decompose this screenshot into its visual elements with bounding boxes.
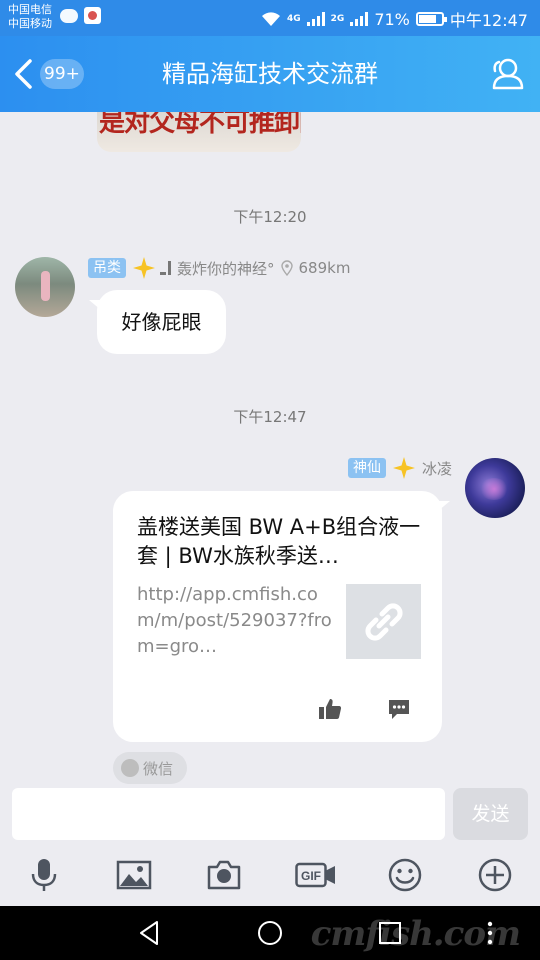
card-actions xyxy=(113,695,442,725)
link-icon xyxy=(365,603,403,641)
link-card[interactable]: 盖楼送美国 BW A+B组合液一套 | BW水族秋季送… http://app.… xyxy=(113,491,450,742)
source-label: 微信 xyxy=(143,759,174,778)
mic-icon[interactable] xyxy=(26,857,62,893)
nav-back-icon[interactable] xyxy=(135,918,165,948)
sender-info: 吊类 轰炸你的神经° 689km xyxy=(88,256,350,280)
emoji-icon[interactable] xyxy=(387,857,423,893)
wechat-icon xyxy=(121,759,139,777)
previous-image-text: 是对父母不可推卸的责任 xyxy=(99,112,301,138)
location-pin-icon xyxy=(280,260,293,276)
group-title: 精品海缸技术交流群 xyxy=(162,60,378,88)
system-nav-bar: cmfish.com xyxy=(0,906,540,960)
status-bar: 中国电信 中国移动 4G 2G 71% 中午12:47 xyxy=(0,0,540,36)
comment-icon[interactable] xyxy=(387,697,411,721)
notification-icons xyxy=(60,7,101,24)
app-notification-icon xyxy=(84,7,101,24)
member-title-tag: 吊类 xyxy=(88,258,126,278)
star-badge-icon xyxy=(392,457,415,479)
signal-2-icon xyxy=(350,12,369,26)
member-title-tag: 神仙 xyxy=(347,458,386,478)
nav-home-icon[interactable] xyxy=(255,918,285,948)
composer: 发送 xyxy=(0,785,540,845)
previous-image-message[interactable]: 是对父母不可推卸的责任 xyxy=(97,112,301,152)
link-thumbnail xyxy=(346,584,421,659)
thumbs-up-icon[interactable] xyxy=(318,697,342,721)
message-list[interactable]: 是对父母不可推卸的责任 下午12:20 吊类 轰炸你的神经° 689km 好像屁… xyxy=(0,112,540,785)
message-bubble[interactable]: 好像屁眼 xyxy=(89,290,226,354)
message-input[interactable] xyxy=(12,788,445,840)
level-bars-icon xyxy=(160,261,171,275)
carrier-2: 中国移动 xyxy=(8,17,52,30)
network-2-label: 2G xyxy=(330,14,345,24)
sender-info: 神仙 冰凌 xyxy=(347,456,452,480)
camera-icon[interactable] xyxy=(206,857,242,893)
link-url: http://app.cmfish.com/m/post/529037?from… xyxy=(137,584,332,657)
wifi-icon xyxy=(262,12,280,26)
plus-icon[interactable] xyxy=(477,857,513,893)
status-right: 4G 2G 71% 中午12:47 xyxy=(261,7,528,31)
send-button[interactable]: 发送 xyxy=(453,788,528,840)
image-icon[interactable] xyxy=(116,857,152,893)
gif-icon[interactable]: GIF xyxy=(295,857,337,893)
watermark: cmfish.com xyxy=(310,914,521,954)
timestamp: 下午12:47 xyxy=(233,408,307,426)
source-tag[interactable]: 微信 xyxy=(113,752,187,784)
clock: 中午12:47 xyxy=(449,11,528,30)
sender-name: 冰凌 xyxy=(421,459,452,478)
sender-avatar[interactable] xyxy=(465,458,525,518)
sender-avatar[interactable] xyxy=(15,257,75,317)
group-members-icon[interactable] xyxy=(486,54,526,94)
battery-percent: 71% xyxy=(374,9,410,29)
svg-text:GIF: GIF xyxy=(301,869,321,883)
sender-name: 轰炸你的神经° xyxy=(177,259,275,278)
battery-icon xyxy=(415,12,447,26)
timestamp: 下午12:20 xyxy=(233,208,307,226)
link-title: 盖楼送美国 BW A+B组合液一套 | BW水族秋季送… xyxy=(137,515,421,568)
star-badge-icon xyxy=(133,257,155,279)
carrier-info: 中国电信 中国移动 xyxy=(8,3,52,31)
wechat-notification-icon xyxy=(60,9,78,23)
input-toolbar: GIF xyxy=(0,845,540,906)
signal-1-icon xyxy=(306,12,325,26)
carrier-1: 中国电信 xyxy=(8,3,52,16)
chat-header: 99+ 精品海缸技术交流群 xyxy=(0,36,540,112)
distance: 689km xyxy=(298,259,351,277)
network-1-label: 4G xyxy=(287,14,301,24)
